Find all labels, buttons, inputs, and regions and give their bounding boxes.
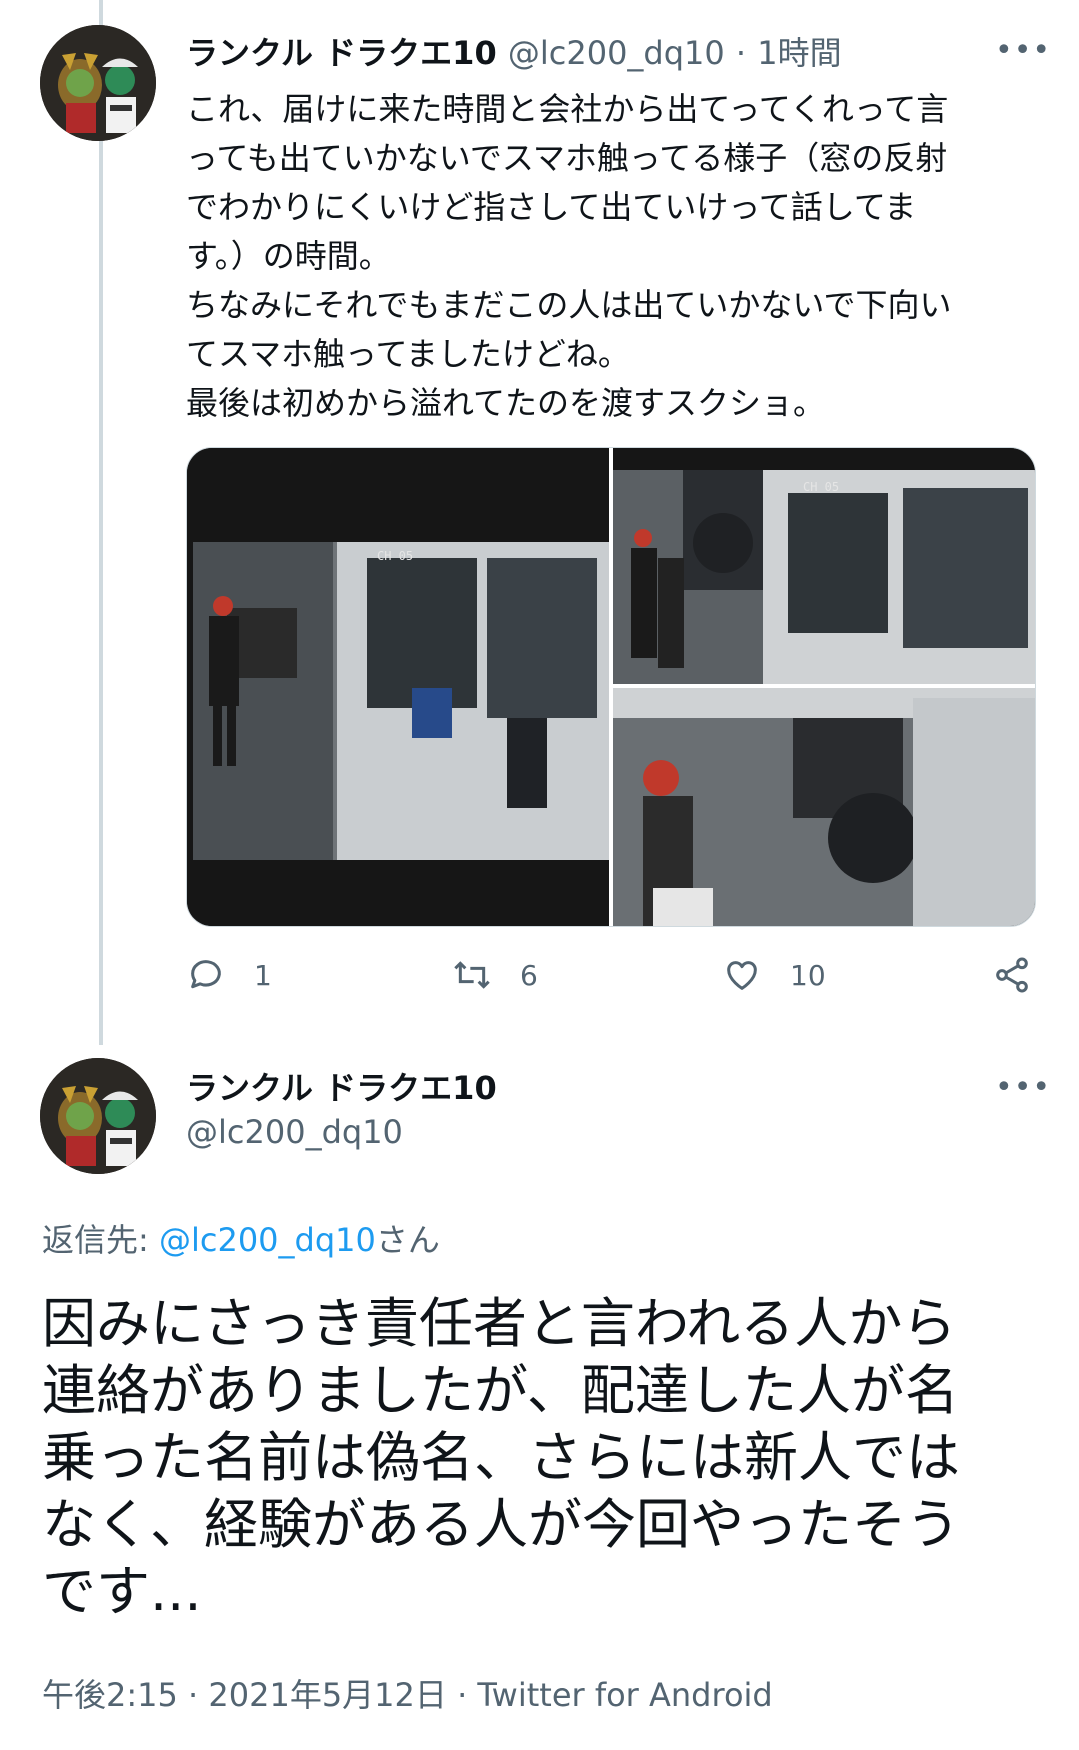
text-line: ちなみにそれでもまだこの人は出ていかないで下向い [186,286,952,324]
avatar-image [40,25,156,141]
text-line: でわかりにくいけど指さして出ていけって話してま [186,188,917,226]
media-overlay-label: CH 05 [377,549,414,563]
text-line: 最後は初めから溢れてたのを渡すスクショ。 [186,384,826,422]
text-line: 連絡がありましたが、配達した人が名 [42,1359,959,1422]
text-line: 乗った名前は偽名、さらには新人では [42,1426,960,1489]
media-image-2[interactable]: CH 05 [613,448,1035,684]
retweet-count: 6 [520,958,538,992]
tweet-text: 因みにさっき責任者と言われる人から 連絡がありましたが、配達した人が名 乗った名… [42,1290,1042,1625]
thread-line [99,0,103,1045]
retweet-icon [454,961,490,989]
reply-action[interactable]: 1 [186,955,272,995]
media-overlay-label: CH 05 [803,480,840,494]
tweet-meta: 午後2:15 · 2021年5月12日 · Twitter for Androi… [42,1676,773,1714]
like-action[interactable]: 10 [722,955,826,995]
share-action[interactable] [992,955,1032,995]
text-line: です... [42,1560,202,1623]
tweet-time[interactable]: 1時間 [757,34,841,72]
avatar[interactable] [40,1058,156,1174]
avatar[interactable] [40,25,156,141]
display-name[interactable]: ランクル ドラクエ10 [186,1063,497,1109]
media-image-3[interactable] [613,688,1035,926]
reply-icon [191,960,221,989]
reply-handle-link[interactable]: @lc200_dq10 [159,1221,376,1259]
media-grid: CH 05 CH 05 [186,447,1036,927]
user-handle[interactable]: @lc200_dq10 [508,34,725,72]
reply-count: 1 [254,958,272,992]
text-line: なく、経験がある人が今回やったそう [42,1493,960,1556]
reply-to: 返信先: @lc200_dq10さん [42,1215,440,1261]
tweet-header: ランクル ドラクエ10 @lc200_dq10 · 1時間 [186,28,842,74]
text-line: 因みにさっき責任者と言われる人から [42,1292,957,1355]
separator: · [735,34,747,72]
text-line: っても出ていかないでスマホ触ってる様子（窓の反射 [186,139,948,177]
more-icon[interactable]: ••• [995,1073,1051,1103]
share-icon [996,957,1028,993]
like-icon [727,961,757,990]
media-image-1[interactable]: CH 05 [187,448,609,926]
reply-suffix: さん [375,1221,440,1259]
display-name[interactable]: ランクル ドラクエ10 [186,34,497,72]
reply-prefix: 返信先: [42,1221,159,1259]
user-handle[interactable]: @lc200_dq10 [186,1113,403,1151]
tweet-text: これ、届けに来た時間と会社から出てってくれって言 っても出ていかないでスマホ触っ… [186,85,1046,428]
text-line: す。）の時間。 [186,237,391,275]
like-count: 10 [790,958,826,992]
more-icon[interactable]: ••• [995,36,1051,66]
text-line: これ、届けに来た時間と会社から出てってくれって言 [186,90,949,128]
text-line: てスマホ触ってましたけどね。 [186,335,630,373]
avatar-image [40,1058,156,1174]
retweet-action[interactable]: 6 [452,955,538,995]
